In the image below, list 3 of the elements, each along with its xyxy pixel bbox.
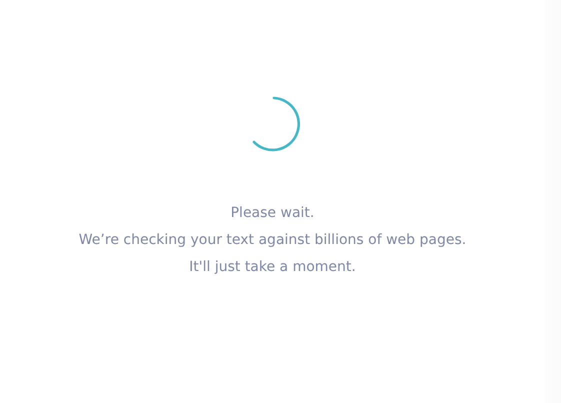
loading-message: Please wait. — [230, 204, 314, 223]
loading-message: We’re checking your text against billions of web pages. — [78, 231, 466, 250]
loading-message: It'll just take a moment. — [189, 258, 356, 277]
